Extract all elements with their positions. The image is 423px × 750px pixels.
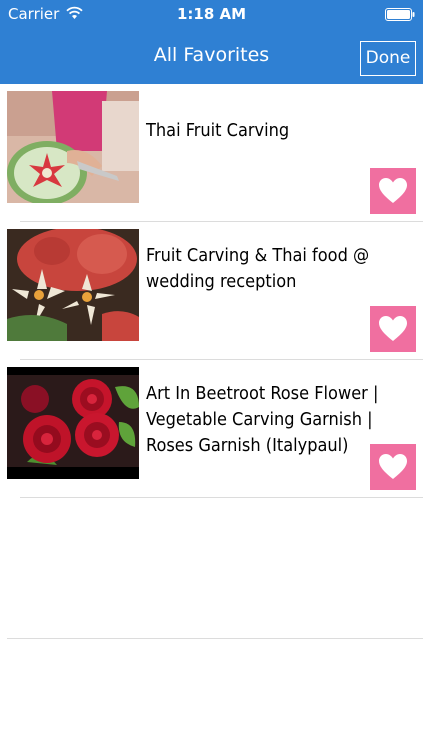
- favorite-button[interactable]: [370, 444, 416, 490]
- list-item[interactable]: Thai Fruit Carving: [0, 84, 423, 222]
- status-bar: Carrier 1:18 AM: [0, 0, 423, 28]
- favorite-button[interactable]: [370, 306, 416, 352]
- beetroot-roses-image: [7, 367, 139, 479]
- clock: 1:18 AM: [176, 5, 247, 23]
- row-divider: [20, 497, 423, 498]
- done-button[interactable]: Done: [360, 41, 416, 76]
- favorite-button[interactable]: [370, 168, 416, 214]
- carved-fruit-flowers-image: [7, 229, 139, 341]
- list-item[interactable]: Art In Beetroot Rose Flower | Vegetable …: [0, 360, 423, 498]
- nav-bar: All Favorites Done: [0, 28, 423, 84]
- heart-icon: [379, 178, 407, 203]
- empty-row-divider: [7, 638, 423, 639]
- favorites-list: Thai Fruit Carving Fruit Carving & Thai …: [0, 84, 423, 498]
- heart-icon: [379, 316, 407, 341]
- battery-icon: [385, 8, 415, 21]
- heart-icon: [379, 454, 407, 479]
- list-item[interactable]: Fruit Carving & Thai food @ wedding rece…: [0, 222, 423, 360]
- item-title: Thai Fruit Carving: [146, 120, 290, 141]
- carved-watermelon-image: [7, 91, 139, 203]
- item-title: Fruit Carving & Thai food @ wedding rece…: [146, 245, 370, 292]
